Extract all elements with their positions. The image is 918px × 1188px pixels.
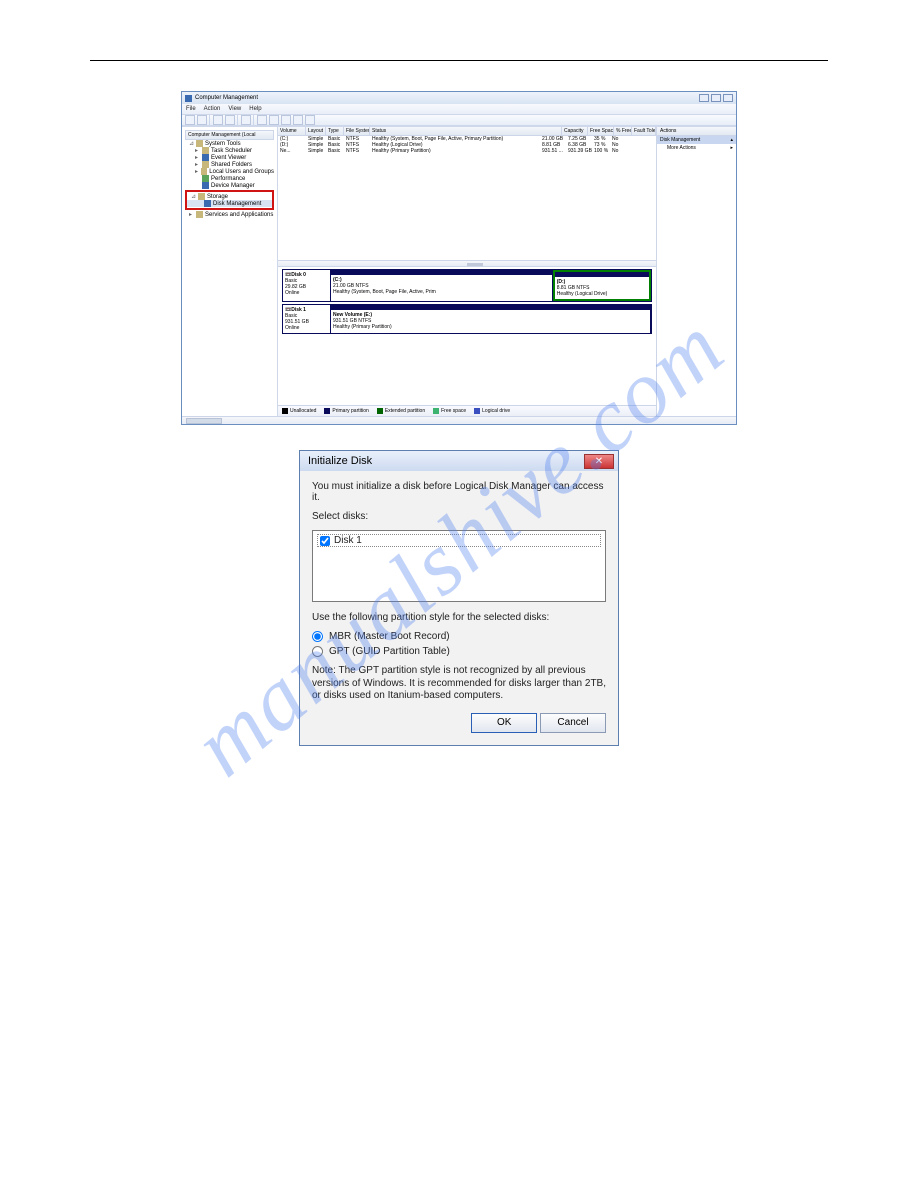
partition[interactable]: (D:)8.81 GB NTFSHealthy (Logical Drive)	[553, 270, 651, 301]
gpt-radio[interactable]	[312, 646, 323, 657]
dialog-message: You must initialize a disk before Logica…	[312, 481, 606, 503]
menu-bar: File Action View Help	[182, 104, 736, 114]
dialog-note: Note: The GPT partition style is not rec…	[312, 665, 606, 703]
tree-storage[interactable]: Storage	[207, 194, 228, 200]
legend-item: Extended partition	[377, 408, 425, 414]
menu-help[interactable]: Help	[249, 106, 261, 112]
computer-management-window: Computer Management File Action View Hel…	[181, 91, 737, 425]
disk-row[interactable]: 📼Disk 0Basic29.82 GBOnline(C:)21.00 GB N…	[282, 269, 652, 302]
view-bottom-icon[interactable]	[293, 115, 303, 125]
dialog-titlebar[interactable]: Initialize Disk ✕	[300, 451, 618, 471]
tree-system-tools[interactable]: System Tools	[205, 141, 241, 147]
mbr-option[interactable]: MBR (Master Boot Record)	[312, 631, 606, 642]
col-freespace[interactable]: Free Space	[588, 127, 614, 135]
disk-select-list[interactable]: Disk 1	[312, 530, 606, 602]
mbr-radio[interactable]	[312, 631, 323, 642]
tree-local-users[interactable]: Local Users and Groups	[209, 169, 274, 175]
disk1-checkbox[interactable]	[320, 536, 330, 546]
col-volume[interactable]: Volume	[278, 127, 306, 135]
window-title: Computer Management	[195, 95, 258, 101]
actions-group[interactable]: Disk Management▴	[657, 136, 736, 144]
legend: Unallocated Primary partition Extended par…	[278, 405, 656, 416]
partition[interactable]: New Volume (E:)931.51 GB NTFSHealthy (Pr…	[331, 305, 651, 333]
dialog-title: Initialize Disk	[308, 455, 372, 467]
legend-item: Primary partition	[324, 408, 368, 414]
legend-item: Unallocated	[282, 408, 316, 414]
delete-icon[interactable]	[257, 115, 267, 125]
col-filesystem[interactable]: File System	[344, 127, 370, 135]
tree-task-scheduler[interactable]: Task Scheduler	[211, 148, 252, 154]
actions-more[interactable]: More Actions▸	[657, 144, 736, 152]
legend-item: Logical drive	[474, 408, 510, 414]
toolbar	[182, 114, 736, 126]
ok-button[interactable]: OK	[471, 713, 537, 733]
window-titlebar[interactable]: Computer Management	[182, 92, 736, 104]
col-type[interactable]: Type	[326, 127, 344, 135]
col-status[interactable]: Status	[370, 127, 562, 135]
tree-event-viewer[interactable]: Event Viewer	[211, 155, 246, 161]
col-pctfree[interactable]: % Free	[614, 127, 632, 135]
initialize-disk-dialog: Initialize Disk ✕ You must initialize a …	[299, 450, 619, 746]
tree-shared-folders[interactable]: Shared Folders	[211, 162, 252, 168]
navigation-tree[interactable]: Computer Management (Local ⊿ System Tool…	[182, 127, 278, 416]
col-capacity[interactable]: Capacity	[562, 127, 588, 135]
help-icon[interactable]	[241, 115, 251, 125]
disk-management-pane: Volume Layout Type File System Status Ca…	[278, 127, 656, 416]
actions-pane: Actions Disk Management▴ More Actions▸	[656, 127, 736, 416]
volume-list-header[interactable]: Volume Layout Type File System Status Ca…	[278, 127, 656, 136]
tree-header: Computer Management (Local	[185, 130, 274, 140]
back-icon[interactable]	[185, 115, 195, 125]
actions-header: Actions	[657, 127, 736, 136]
select-disks-label: Select disks:	[312, 511, 606, 522]
settings-icon[interactable]	[305, 115, 315, 125]
refresh-icon[interactable]	[225, 115, 235, 125]
menu-file[interactable]: File	[186, 106, 196, 112]
graphical-disk-pane[interactable]: 📼Disk 0Basic29.82 GBOnline(C:)21.00 GB N…	[278, 267, 656, 405]
volume-list[interactable]: (C:)SimpleBasicNTFSHealthy (System, Boot…	[278, 136, 656, 260]
details-icon[interactable]	[269, 115, 279, 125]
partition[interactable]: (C:)21.00 GB NTFSHealthy (System, Boot, …	[331, 270, 553, 301]
cancel-button[interactable]: Cancel	[540, 713, 606, 733]
app-icon	[185, 95, 192, 102]
partition-style-label: Use the following partition style for th…	[312, 612, 606, 623]
forward-icon[interactable]	[197, 115, 207, 125]
close-button[interactable]	[723, 94, 733, 102]
tree-disk-management[interactable]: Disk Management	[213, 201, 261, 207]
col-layout[interactable]: Layout	[306, 127, 326, 135]
properties-icon[interactable]	[213, 115, 223, 125]
disk1-label: Disk 1	[334, 535, 362, 546]
maximize-button[interactable]	[711, 94, 721, 102]
close-icon[interactable]: ✕	[584, 454, 614, 469]
tree-scrollbar[interactable]	[182, 416, 736, 424]
gpt-option[interactable]: GPT (GUID Partition Table)	[312, 646, 606, 657]
menu-action[interactable]: Action	[204, 106, 221, 112]
legend-item: Free space	[433, 408, 466, 414]
menu-view[interactable]: View	[228, 106, 241, 112]
volume-row[interactable]: Ne...SimpleBasicNTFSHealthy (Primary Par…	[278, 148, 656, 154]
tree-services-apps[interactable]: Services and Applications	[205, 212, 273, 218]
minimize-button[interactable]	[699, 94, 709, 102]
disk-row[interactable]: 📼Disk 1Basic931.51 GBOnlineNew Volume (E…	[282, 304, 652, 334]
col-faulttol[interactable]: Fault Tole	[632, 127, 656, 135]
highlighted-storage-section: ⊿ Storage Disk Management	[185, 190, 274, 210]
view-top-icon[interactable]	[281, 115, 291, 125]
pane-splitter[interactable]	[278, 260, 656, 267]
tree-device-manager[interactable]: Device Manager	[211, 183, 255, 189]
tree-performance[interactable]: Performance	[211, 176, 245, 182]
